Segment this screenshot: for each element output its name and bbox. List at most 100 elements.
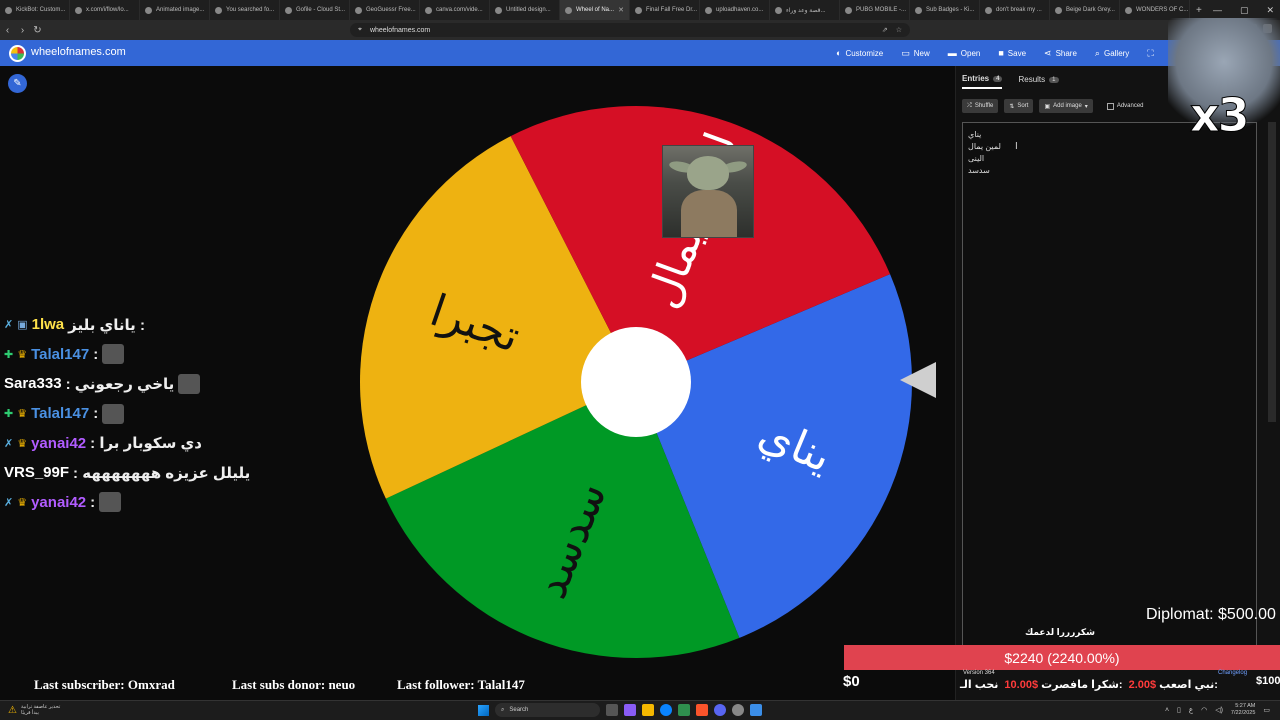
file-explorer-icon[interactable] bbox=[642, 704, 654, 716]
brave-icon[interactable] bbox=[696, 704, 708, 716]
chat-username[interactable]: Talal147 bbox=[31, 405, 89, 422]
close-window-icon[interactable]: ✕ bbox=[1266, 5, 1274, 16]
tab-favicon-icon bbox=[145, 6, 152, 14]
changelog-link[interactable]: Changelog bbox=[1218, 670, 1247, 676]
palette-icon: ◐ bbox=[836, 48, 842, 58]
fullscreen-icon: ⛶ bbox=[1147, 47, 1154, 58]
new-tab-icon[interactable]: + bbox=[1190, 5, 1208, 16]
advanced-checkbox[interactable]: Advanced bbox=[1106, 102, 1144, 110]
menu-share-button[interactable]: ⋖ Share bbox=[1044, 48, 1077, 59]
last-subscriber: Last subscriber: Omxrad bbox=[34, 677, 175, 692]
search-icon: ⌕ bbox=[501, 706, 505, 713]
battery-icon[interactable]: ▯ bbox=[1177, 706, 1181, 714]
task-view-icon[interactable] bbox=[606, 704, 618, 716]
sort-button[interactable]: ⇅ Sort bbox=[1004, 99, 1034, 113]
taskbar-search[interactable]: ⌕ Search bbox=[495, 703, 600, 717]
chat-username[interactable]: VRS_99F bbox=[4, 464, 69, 481]
sword-badge-icon: ✗ bbox=[4, 437, 14, 450]
tab-title: uploadhaven.co... bbox=[716, 7, 764, 13]
edge-icon[interactable] bbox=[660, 704, 672, 716]
browser-tab[interactable]: You searched fo... bbox=[210, 0, 280, 20]
browser-tab[interactable]: PUBG MOBILE -... bbox=[840, 0, 910, 20]
browser-tab[interactable]: WONDERS OF C... bbox=[1120, 0, 1190, 20]
chat-username[interactable]: 1lwa bbox=[32, 316, 65, 333]
close-tab-icon[interactable]: ✕ bbox=[618, 6, 624, 14]
store-icon[interactable] bbox=[678, 704, 690, 716]
entry-line[interactable]: لمين يمال bbox=[968, 141, 1251, 153]
entries-textarea[interactable]: يناي لمين يمال الينى سدسد bbox=[962, 122, 1257, 650]
notepad-icon[interactable] bbox=[750, 704, 762, 716]
browser-tab[interactable]: قصة وعد وراء... bbox=[770, 0, 840, 20]
tab-title: WONDERS OF C... bbox=[1136, 7, 1189, 13]
notifications-icon[interactable]: ▭ bbox=[1263, 706, 1270, 714]
menu-gallery-button[interactable]: ⌕ Gallery bbox=[1095, 48, 1129, 59]
share-page-icon[interactable]: ⇗ bbox=[882, 26, 888, 34]
reload-icon[interactable]: ↻ bbox=[30, 25, 45, 36]
browser-tab[interactable]: don't break my ... bbox=[980, 0, 1050, 20]
brand-title[interactable]: wheelofnames.com bbox=[31, 46, 126, 58]
wheel-center[interactable] bbox=[581, 327, 691, 437]
tab-results[interactable]: Results 1 bbox=[1018, 74, 1059, 89]
chrome-icon[interactable] bbox=[732, 704, 744, 716]
browser-tab[interactable]: uploadhaven.co... bbox=[700, 0, 770, 20]
browser-tab[interactable]: Beige Dark Grey... bbox=[1050, 0, 1120, 20]
wheel[interactable]: ينايسدسدتجبرالمين يمال bbox=[358, 104, 914, 660]
address-bar[interactable]: ⌖ wheelofnames.com ⇗ ☆ bbox=[350, 23, 910, 37]
edit-pencil-icon[interactable]: ✎ bbox=[8, 74, 27, 93]
tab-entries[interactable]: Entries 4 bbox=[962, 74, 1003, 89]
chat-username[interactable]: Talal147 bbox=[31, 346, 89, 363]
menu-fullscreen-button[interactable]: ⛶ bbox=[1147, 48, 1157, 59]
shuffle-button[interactable]: ⤮ Shuffle bbox=[962, 99, 999, 113]
sidebar-tabs: Entries 4 Results 1 bbox=[962, 74, 1059, 89]
chat-username[interactable]: Sara333 bbox=[4, 375, 62, 392]
browser-tab[interactable]: KickBot: Custom... bbox=[0, 0, 70, 20]
browser-tab[interactable]: Sub Badges - Ki... bbox=[910, 0, 980, 20]
entry-line[interactable]: الينى bbox=[968, 153, 1251, 165]
add-image-button[interactable]: ▣ Add image ▾ bbox=[1039, 99, 1093, 113]
bookmark-icon[interactable]: ⌖ bbox=[358, 26, 362, 34]
menu-new-button[interactable]: ▭ New bbox=[901, 48, 930, 59]
chat-username[interactable]: yanai42 bbox=[31, 435, 86, 452]
maximize-icon[interactable]: ▢ bbox=[1240, 5, 1249, 16]
minimize-icon[interactable]: — bbox=[1213, 5, 1222, 15]
chat-username[interactable]: yanai42 bbox=[31, 494, 86, 511]
wifi-icon[interactable]: ◠ bbox=[1201, 706, 1207, 714]
scrollbar[interactable] bbox=[1268, 122, 1276, 422]
tab-title: Animated image... bbox=[156, 7, 205, 13]
entry-line[interactable]: سدسد bbox=[968, 165, 1251, 177]
checkbox-box[interactable] bbox=[1106, 102, 1114, 110]
tab-favicon-icon bbox=[5, 6, 12, 14]
shuffle-icon: ⤮ bbox=[967, 102, 972, 109]
tab-label: Results bbox=[1018, 75, 1046, 84]
copilot-icon[interactable] bbox=[624, 704, 636, 716]
menu-save-button[interactable]: ■ Save bbox=[998, 48, 1026, 58]
start-icon[interactable] bbox=[478, 704, 489, 716]
forward-icon[interactable]: › bbox=[15, 25, 30, 36]
browser-tab[interactable]: Gofile - Cloud St... bbox=[280, 0, 350, 20]
volume-icon[interactable]: ◁) bbox=[1215, 706, 1223, 714]
menu-open-button[interactable]: ▬ Open bbox=[948, 48, 981, 58]
chat-emote-icon bbox=[178, 373, 201, 394]
tab-title: don't break my ... bbox=[996, 7, 1042, 13]
wheel-logo-icon[interactable] bbox=[9, 45, 26, 62]
chevron-up-icon[interactable]: ˄ bbox=[1165, 707, 1169, 714]
browser-tab[interactable]: Final Fall Free Dr... bbox=[630, 0, 700, 20]
menu-customize-button[interactable]: ◐ Customize bbox=[836, 48, 883, 58]
discord-icon[interactable] bbox=[714, 704, 726, 716]
browser-tab[interactable]: Wheel of Na... ✕ bbox=[560, 0, 630, 20]
donor-text: نحب الـ bbox=[960, 679, 999, 691]
donor-text: شكرا مافصرت: bbox=[1041, 679, 1123, 691]
browser-tab[interactable]: x.com/i/flow/lo... bbox=[70, 0, 140, 20]
clock[interactable]: 5:27 AM 7/22/2025 bbox=[1231, 703, 1255, 717]
weather-widget[interactable]: ⚠ تحذير عاصفة ترابية يبدأ قريبًا bbox=[8, 704, 60, 716]
browser-tab[interactable]: GeoGuessr Free... bbox=[350, 0, 420, 20]
tab-title: Beige Dark Grey... bbox=[1066, 7, 1115, 13]
browser-tab[interactable]: canva.com/vide... bbox=[420, 0, 490, 20]
crown-badge-icon: ♛ bbox=[17, 496, 28, 509]
browser-tab[interactable]: Untitled design... bbox=[490, 0, 560, 20]
chat-text: : دي سكوبار برا bbox=[90, 435, 202, 453]
browser-tab[interactable]: Animated image... bbox=[140, 0, 210, 20]
back-icon[interactable]: ‹ bbox=[0, 25, 15, 36]
language-indicator[interactable]: ع bbox=[1189, 706, 1193, 714]
star-icon[interactable]: ☆ bbox=[896, 26, 902, 34]
